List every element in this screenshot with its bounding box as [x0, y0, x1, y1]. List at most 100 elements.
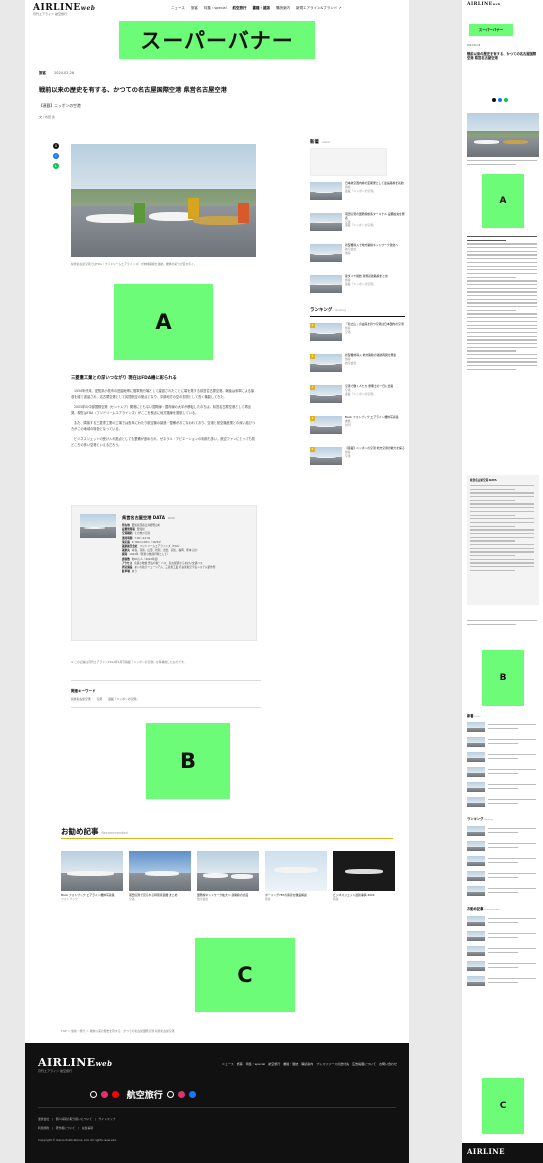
data-value: あり — [131, 570, 137, 574]
sidebar-new-text: 日本航空国内線の定期便として最長路線を就航 旅客 連載「ニッポンの空港」 — [345, 181, 405, 193]
ranking-item[interactable]: 1 「新之山」の由来を持つ空港は日本国内の空港 旅客 空港 — [310, 322, 405, 349]
ranking-item[interactable]: 5 【連載】ニッポンの空港 地方空港の魅力を探る 旅客 空港 — [310, 446, 405, 473]
hero-photo — [71, 144, 256, 257]
mobile-ranking-en: Ranking — [484, 819, 493, 821]
mobile-footer-logo[interactable]: AIRLINE — [467, 1147, 505, 1156]
super-banner-ad[interactable]: スーパーバナー — [119, 21, 315, 59]
ranking-item[interactable]: 3 空港で働く人たち 整備士の一日に密着 空港 連載「ニッポンの空港」 — [310, 384, 405, 411]
x-icon[interactable] — [166, 1091, 174, 1098]
facebook-icon[interactable] — [188, 1091, 196, 1098]
nav-item-news[interactable]: ニュース — [171, 6, 185, 11]
data-value: その他の空港 — [134, 532, 150, 536]
ranking-thumb: 1 — [310, 323, 342, 341]
instagram-icon[interactable] — [100, 1091, 108, 1098]
ad-slot-c[interactable]: C — [195, 938, 295, 1012]
x-icon[interactable] — [89, 1091, 97, 1098]
sidebar-new-item[interactable]: 夏ダイヤ開始 新規就航路線まとめ 旅客 連載「ニッポンの空港」 — [310, 274, 405, 301]
mobile-ad-slot-b[interactable]: B — [482, 650, 524, 706]
mobile-super-banner-ad[interactable]: スーパーバナー — [469, 24, 513, 36]
recommended-title: お勧め記事 — [61, 827, 99, 836]
mobile-ad-slot-c[interactable]: C — [482, 1078, 524, 1134]
article-body: 1930年代末、愛知県小牧市の田園地帯に陸軍飛行場として建設されたことに端を発す… — [71, 388, 257, 452]
keyword-link[interactable]: 空港 — [97, 697, 103, 701]
mobile-article-body-lines — [467, 236, 537, 372]
nav-item-books[interactable]: 書籍・雑誌 — [253, 6, 271, 11]
mobile-caption-lines — [467, 160, 537, 167]
mobile-new-item[interactable] — [467, 737, 539, 749]
footer-small-links[interactable]: 利用規約 | 著作権について | 免責事項 — [38, 1126, 93, 1130]
mobile-ranking-item[interactable] — [467, 871, 539, 883]
ad-slot-a[interactable]: A — [114, 284, 213, 360]
keyword-link[interactable]: 連載「ニッポンの空港」 — [108, 697, 139, 701]
share-x-icon[interactable] — [492, 98, 496, 102]
article-series[interactable]: 【連載】ニッポンの空港 — [39, 103, 81, 109]
logo-subtitle: 月刊エアライン 航空旅行 — [33, 12, 67, 16]
keywords-label: 関連キーワード — [71, 689, 96, 693]
recommended-card[interactable]: ビジネスジェット最新事情 2024 特集 — [333, 851, 395, 921]
footer-logo[interactable]: AIRLINEweb — [38, 1056, 113, 1069]
sidebar-new-title: 新着 — [310, 140, 319, 145]
data-box-title-text: 県営名古屋空港 DATA — [122, 515, 165, 520]
nav-item-new-airline[interactable]: 新規エアライン&ブランド ↗ — [296, 6, 341, 11]
mobile-recommended-title: お勧め記事 — [467, 907, 484, 911]
mobile-new-item[interactable] — [467, 722, 539, 734]
ranking-item[interactable]: 4 Book フォトブック エアライン機体写真集 書籍 新刊 — [310, 415, 405, 442]
mobile-recommended-item[interactable] — [467, 916, 539, 928]
keyword-link[interactable]: 県営名古屋空港 — [71, 697, 91, 701]
sidebar-new-item[interactable]: 新型機導入で地方路線ネットワーク強化へ 航空会社 旅客 — [310, 243, 405, 270]
mobile-recommended-item[interactable] — [467, 931, 539, 943]
recommended-card[interactable]: Book フォトブック エアライン機体写真集 フォトブック — [61, 851, 123, 921]
share-x-icon[interactable]: X — [53, 143, 59, 149]
mobile-new-item[interactable] — [467, 767, 539, 779]
mobile-new-item[interactable] — [467, 797, 539, 809]
youtube-icon[interactable] — [111, 1091, 119, 1098]
airport-data-photo — [80, 514, 116, 538]
data-key: 就航航空会社 — [122, 545, 138, 549]
footer-brands: AIRLINE 航空旅行 — [38, 1088, 196, 1101]
ranking-text: Book フォトブック エアライン機体写真集 書籍 新刊 — [345, 415, 405, 427]
share-facebook-icon[interactable]: f — [53, 153, 59, 159]
instagram-icon[interactable] — [177, 1091, 185, 1098]
footer-brand-koukuuryokou[interactable]: 航空旅行 — [127, 1088, 163, 1101]
ranking-item-meta: 新刊 — [345, 422, 351, 427]
mobile-logo[interactable]: AIRLINEweb — [467, 2, 501, 7]
sidebar-new-item[interactable]: 日本航空国内線の定期便として最長路線を就航 旅客 連載「ニッポンの空港」 — [310, 181, 405, 208]
mobile-ranking-item[interactable] — [467, 841, 539, 853]
ranking-item-meta: 連載「ニッポンの空港」 — [345, 391, 376, 396]
mobile-ranking-item[interactable] — [467, 826, 539, 838]
recommended-item-meta: フォトブック — [61, 896, 78, 901]
mobile-footer: AIRLINE — [462, 1143, 543, 1163]
ranking-item[interactable]: 2 新型機材導入 地方路線の運航再開を発表 旅客 航空会社 — [310, 353, 405, 380]
share-line-icon[interactable]: L — [53, 163, 59, 169]
data-key: 周辺施設 — [122, 566, 133, 570]
recommended-card[interactable]: ボーイング787の客室を徹底解説 旅客 — [265, 851, 327, 921]
breadcrumb[interactable]: TOP ＞ 旅客・旅行 ＞ 戦前以来の歴史を有する、かつての名古屋国際空港 県営… — [61, 1029, 175, 1033]
mobile-ranking-item[interactable] — [467, 886, 539, 898]
data-value: 7:00〜22:00 — [134, 536, 151, 540]
share-line-icon[interactable] — [504, 98, 508, 102]
mobile-ad-slot-a[interactable]: A — [482, 174, 524, 228]
nav-item-subscribe[interactable]: 購読案内 — [276, 6, 290, 11]
nav-item-special[interactable]: 特集・special — [204, 6, 227, 11]
footer-brand-airline[interactable]: AIRLINE — [38, 1090, 86, 1100]
mobile-new-item[interactable] — [467, 782, 539, 794]
sidebar-new-item[interactable]: 羽田空港の国際線旅客ターミナル 設備拡充を発表 空港 連載「ニッポンの空港」 — [310, 212, 405, 239]
mobile-ranking-item[interactable] — [467, 856, 539, 868]
ad-slot-b[interactable]: B — [146, 723, 230, 799]
mobile-recommended-item[interactable] — [467, 976, 539, 988]
article-category[interactable]: 旅客 — [39, 71, 46, 76]
ranking-text: 新型機材導入 地方路線の運航再開を発表 旅客 航空会社 — [345, 353, 405, 365]
recommended-item-meta: 旅客 — [265, 896, 271, 901]
mobile-recommended-item[interactable] — [467, 946, 539, 958]
footer-links[interactable]: ニュース 旅客 特集・special 航空旅行 書籍・雑誌 購読案内 プレスリリ… — [197, 1061, 397, 1068]
data-box-title-en: DATA — [167, 516, 176, 520]
recommended-card[interactable]: 国際線ネットワーク拡大へ 新路線の計画 航空会社 — [197, 851, 259, 921]
mobile-recommended-item[interactable] — [467, 961, 539, 973]
share-facebook-icon[interactable] — [498, 98, 502, 102]
nav-item-passenger[interactable]: 旅客 — [191, 6, 198, 11]
recommended-card[interactable]: 羽田空港で見られる特別塗装機 まとめ 空港 — [129, 851, 191, 921]
nav-item-koukuuryokou[interactable]: 航空旅行 — [233, 6, 247, 11]
mobile-new-item[interactable] — [467, 752, 539, 764]
sidebar-ad-placeholder[interactable] — [310, 148, 387, 176]
footer-small-links[interactable]: 運営会社 | 個人情報の取り扱いについて | サイトマップ — [38, 1117, 115, 1121]
